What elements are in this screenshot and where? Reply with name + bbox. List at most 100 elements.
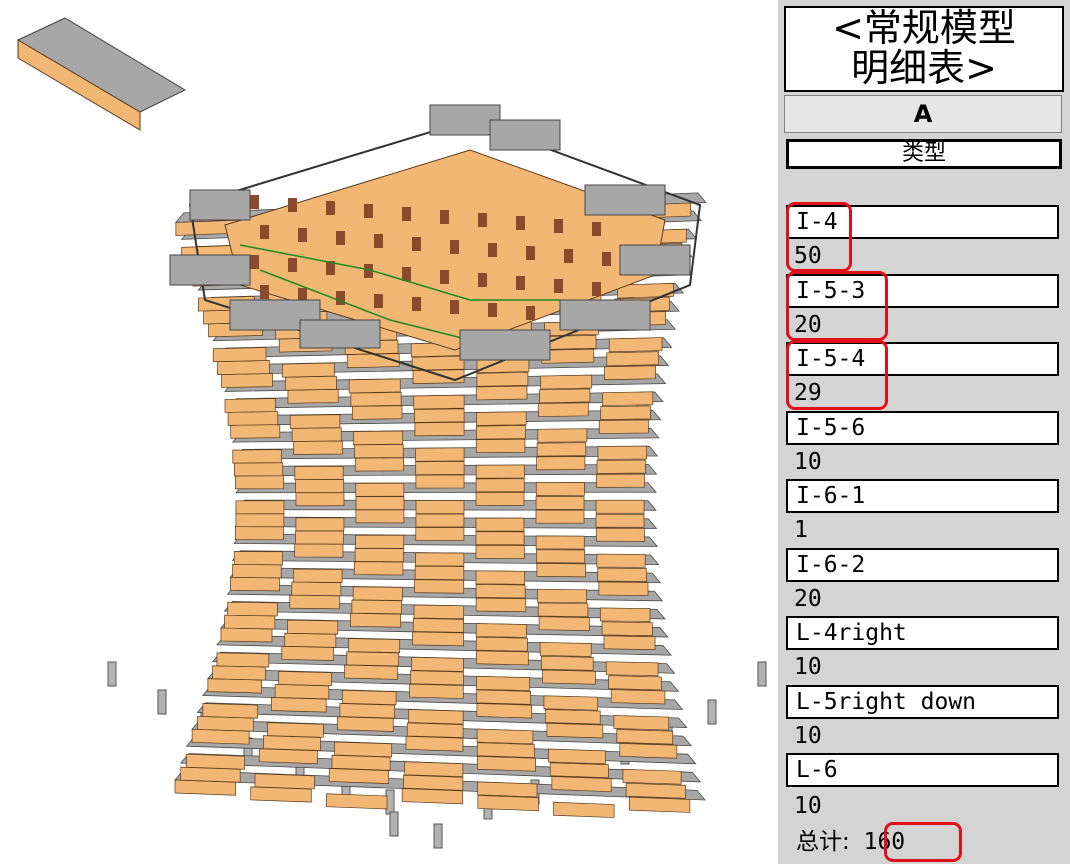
roof-timber-block bbox=[250, 195, 259, 209]
facade-panel bbox=[595, 513, 645, 528]
facade-panel bbox=[610, 689, 666, 705]
facade-panel bbox=[174, 779, 236, 796]
facade-panel bbox=[476, 371, 529, 387]
facade-panel bbox=[354, 444, 404, 459]
total-label: 总计: bbox=[796, 829, 850, 855]
facade-panel bbox=[405, 735, 464, 752]
facade-panel bbox=[476, 742, 535, 758]
facade-panel bbox=[221, 373, 273, 388]
facade-panel bbox=[274, 684, 330, 700]
facade-panel bbox=[197, 716, 254, 732]
roof-timber-block bbox=[592, 222, 601, 236]
facade-panel bbox=[411, 656, 464, 672]
roof-timber-block bbox=[440, 270, 449, 284]
3d-model-viewport[interactable] bbox=[0, 0, 778, 864]
schedule-row-type[interactable]: L-6 bbox=[786, 753, 1059, 787]
facade-panel bbox=[415, 552, 465, 567]
roof-timber-block bbox=[326, 201, 335, 215]
facade-panel bbox=[535, 535, 585, 550]
facade-panel bbox=[602, 391, 654, 407]
facade-panel bbox=[291, 581, 342, 597]
roof-timber-block bbox=[450, 240, 459, 254]
facade-panel bbox=[413, 394, 465, 410]
roof-timber-block bbox=[478, 273, 487, 287]
roof-timber-block bbox=[402, 207, 411, 221]
roof-unit-box bbox=[299, 319, 381, 349]
facade-panel bbox=[476, 703, 533, 719]
roof-timber-block bbox=[250, 255, 259, 269]
facade-panel bbox=[230, 424, 281, 439]
facade-panel bbox=[287, 389, 339, 404]
facade-panel bbox=[536, 563, 586, 578]
roof-timber-block bbox=[412, 297, 421, 311]
general-model-schedule-panel: <常规模型 明细表> A 类型 I-4 50 I-5-3 20 I-5-4 29… bbox=[778, 0, 1070, 864]
facade-panel bbox=[619, 742, 678, 759]
highlight-box-i54 bbox=[786, 340, 888, 410]
facade-panel bbox=[202, 703, 258, 719]
facade-panel bbox=[220, 627, 273, 643]
schedule-row-type[interactable]: L-4right bbox=[786, 616, 1059, 650]
schedule-title-line2: 明细表> bbox=[851, 46, 997, 90]
facade-panel bbox=[549, 762, 609, 779]
facade-panel bbox=[344, 664, 398, 680]
facade-panel bbox=[475, 597, 527, 613]
facade-panel bbox=[230, 576, 280, 592]
facade-panel bbox=[403, 774, 464, 791]
facade-panel bbox=[537, 602, 589, 618]
facade-panel bbox=[542, 334, 597, 350]
roof-timber-block bbox=[516, 216, 525, 230]
facade-panel bbox=[475, 584, 526, 599]
facade-panel bbox=[536, 442, 587, 457]
roof-timber-block bbox=[564, 249, 573, 263]
roof-timber-block bbox=[488, 303, 497, 317]
facade-panel bbox=[291, 427, 342, 442]
facade-panel bbox=[415, 500, 465, 514]
facade-panel bbox=[217, 360, 270, 376]
schedule-row-count: 10 bbox=[794, 449, 822, 475]
facade-panel bbox=[354, 457, 404, 472]
facade-panel bbox=[540, 374, 593, 390]
schedule-row-type[interactable]: I-5-6 bbox=[786, 411, 1059, 445]
twisted-tower-3d-model[interactable] bbox=[0, 0, 778, 864]
column-letter-header[interactable]: A bbox=[784, 95, 1062, 133]
roof-timber-block bbox=[526, 306, 535, 320]
facade-panel bbox=[414, 565, 465, 581]
facade-panel bbox=[351, 405, 403, 420]
facade-panel bbox=[476, 385, 528, 401]
column-name-header[interactable]: 类型 bbox=[786, 139, 1062, 169]
facade-panel bbox=[191, 728, 250, 745]
facade-panel bbox=[537, 428, 588, 443]
facade-panel bbox=[254, 773, 315, 790]
facade-panel bbox=[596, 553, 646, 568]
facade-panel bbox=[536, 549, 586, 564]
schedule-row-type[interactable]: I-6-2 bbox=[786, 548, 1059, 582]
facade-panel bbox=[475, 464, 525, 479]
roof-timber-block bbox=[412, 237, 421, 251]
facade-panel bbox=[605, 661, 659, 677]
foundation-column bbox=[757, 661, 767, 687]
facade-panel bbox=[477, 755, 536, 772]
schedule-row-type[interactable]: I-6-1 bbox=[786, 479, 1059, 513]
facade-panel bbox=[598, 419, 649, 434]
roof-unit-box bbox=[489, 119, 561, 151]
facade-panel bbox=[604, 365, 656, 381]
facade-panel bbox=[538, 616, 590, 631]
roof-timber-block bbox=[288, 258, 297, 272]
facade-panel bbox=[535, 495, 585, 510]
roof-unit-box bbox=[169, 254, 251, 286]
facade-panel bbox=[475, 531, 525, 546]
facade-panel bbox=[414, 579, 465, 594]
facade-panel bbox=[477, 781, 538, 798]
facade-panel bbox=[284, 375, 337, 391]
roof-timber-block bbox=[554, 219, 563, 233]
facade-panel bbox=[353, 561, 404, 576]
facade-panel bbox=[235, 475, 284, 490]
facade-panel bbox=[539, 388, 591, 404]
facade-panel bbox=[475, 636, 528, 652]
highlight-box-i53 bbox=[786, 271, 888, 341]
schedule-row-type[interactable]: L-5right down bbox=[786, 685, 1059, 719]
facade-panel bbox=[294, 543, 344, 558]
facade-panel bbox=[536, 456, 586, 471]
roof-unit-box bbox=[619, 244, 691, 276]
facade-panel bbox=[599, 607, 651, 622]
